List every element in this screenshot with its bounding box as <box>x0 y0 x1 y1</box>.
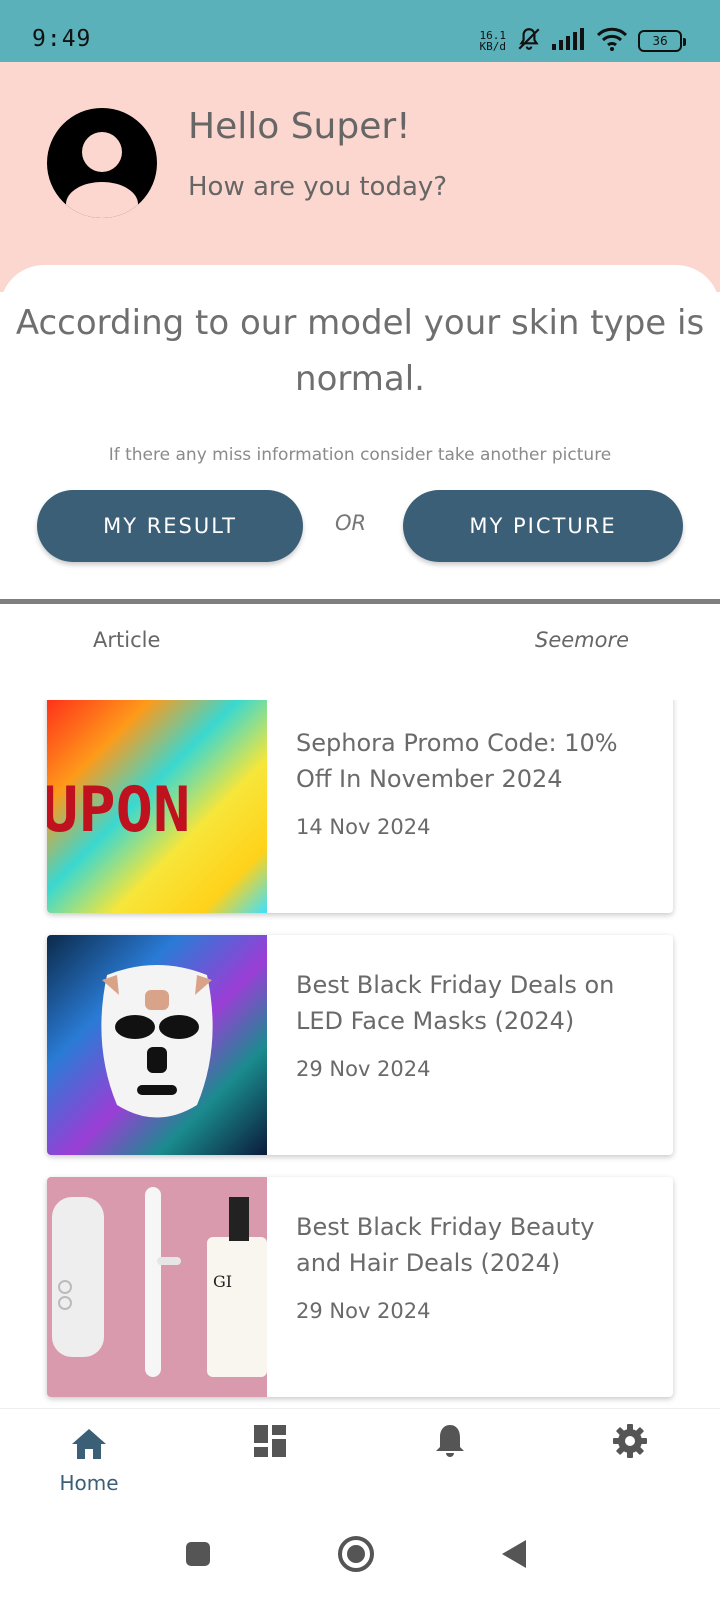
article-title: Best Black Friday Deals on LED Face Mask… <box>296 971 615 1035</box>
skin-type-message: According to our model your skin type is… <box>15 303 705 399</box>
nav-home-label: Home <box>59 1471 119 1495</box>
recent-apps-icon[interactable] <box>184 1540 212 1572</box>
nav-notifications[interactable] <box>390 1409 510 1521</box>
bottom-navigation: Home <box>0 1408 720 1520</box>
my-picture-button[interactable]: MY PICTURE <box>403 490 683 562</box>
my-result-button[interactable]: MY RESULT <box>37 490 303 562</box>
article-list[interactable]: UPON Sephora Promo Code: 10% Off In Nove… <box>0 700 720 1408</box>
home-icon <box>70 1409 108 1465</box>
article-date: 14 Nov 2024 <box>296 815 431 839</box>
dashboard-icon <box>252 1409 288 1463</box>
nav-home[interactable]: Home <box>29 1409 149 1521</box>
article-title: Best Black Friday Beauty and Hair Deals … <box>296 1213 595 1277</box>
home-system-icon[interactable] <box>337 1535 375 1577</box>
article-card[interactable]: UPON Sephora Promo Code: 10% Off In Nove… <box>47 700 673 913</box>
notification-bell-icon <box>434 1409 466 1463</box>
battery-level: 36 <box>652 34 668 48</box>
battery-icon: 36 <box>638 30 686 52</box>
article-title: Sephora Promo Code: 10% Off In November … <box>296 729 618 793</box>
article-card[interactable]: Best Black Friday Deals on LED Face Mask… <box>47 935 673 1155</box>
system-navigation-bar <box>0 1520 720 1600</box>
article-section-title: Article <box>93 628 161 652</box>
article-date: 29 Nov 2024 <box>296 1299 431 1323</box>
signal-icon <box>552 28 586 54</box>
nav-settings[interactable] <box>570 1409 690 1521</box>
header: Hello Super! How are you today? <box>0 62 720 292</box>
article-date: 29 Nov 2024 <box>296 1057 431 1081</box>
nav-dashboard[interactable] <box>210 1409 330 1521</box>
article-thumbnail-coupon: UPON <box>47 700 267 913</box>
network-speed-unit: KB/d <box>479 40 507 53</box>
svg-text:GI: GI <box>213 1272 232 1291</box>
article-card[interactable]: GI Best Black Friday Beauty and Hair Dea… <box>47 1177 673 1397</box>
thumbnail-coupon-text: UPON <box>47 773 190 846</box>
back-icon[interactable] <box>500 1538 528 1574</box>
skin-type-card: According to our model your skin type is… <box>0 265 720 601</box>
greeting-subtitle: How are you today? <box>188 172 448 202</box>
status-bar: 9:49 16.1 KB/d 36 <box>0 0 720 62</box>
settings-gear-icon <box>612 1409 648 1463</box>
greeting-title: Hello Super! <box>188 106 411 147</box>
network-speed: 16.1 KB/d <box>480 30 507 52</box>
skin-type-hint: If there any miss information consider t… <box>108 445 612 465</box>
user-avatar-icon[interactable] <box>47 108 157 218</box>
bell-off-icon <box>516 26 542 56</box>
section-divider <box>0 599 720 604</box>
wifi-icon <box>596 27 628 55</box>
article-thumbnail-led-mask <box>47 935 267 1155</box>
see-more-link[interactable]: Seemore <box>535 628 629 652</box>
status-icons: 16.1 KB/d 36 <box>480 26 686 56</box>
article-thumbnail-beauty-products: GI <box>47 1177 267 1397</box>
status-time: 9:49 <box>32 26 92 52</box>
or-separator: OR <box>335 511 367 535</box>
